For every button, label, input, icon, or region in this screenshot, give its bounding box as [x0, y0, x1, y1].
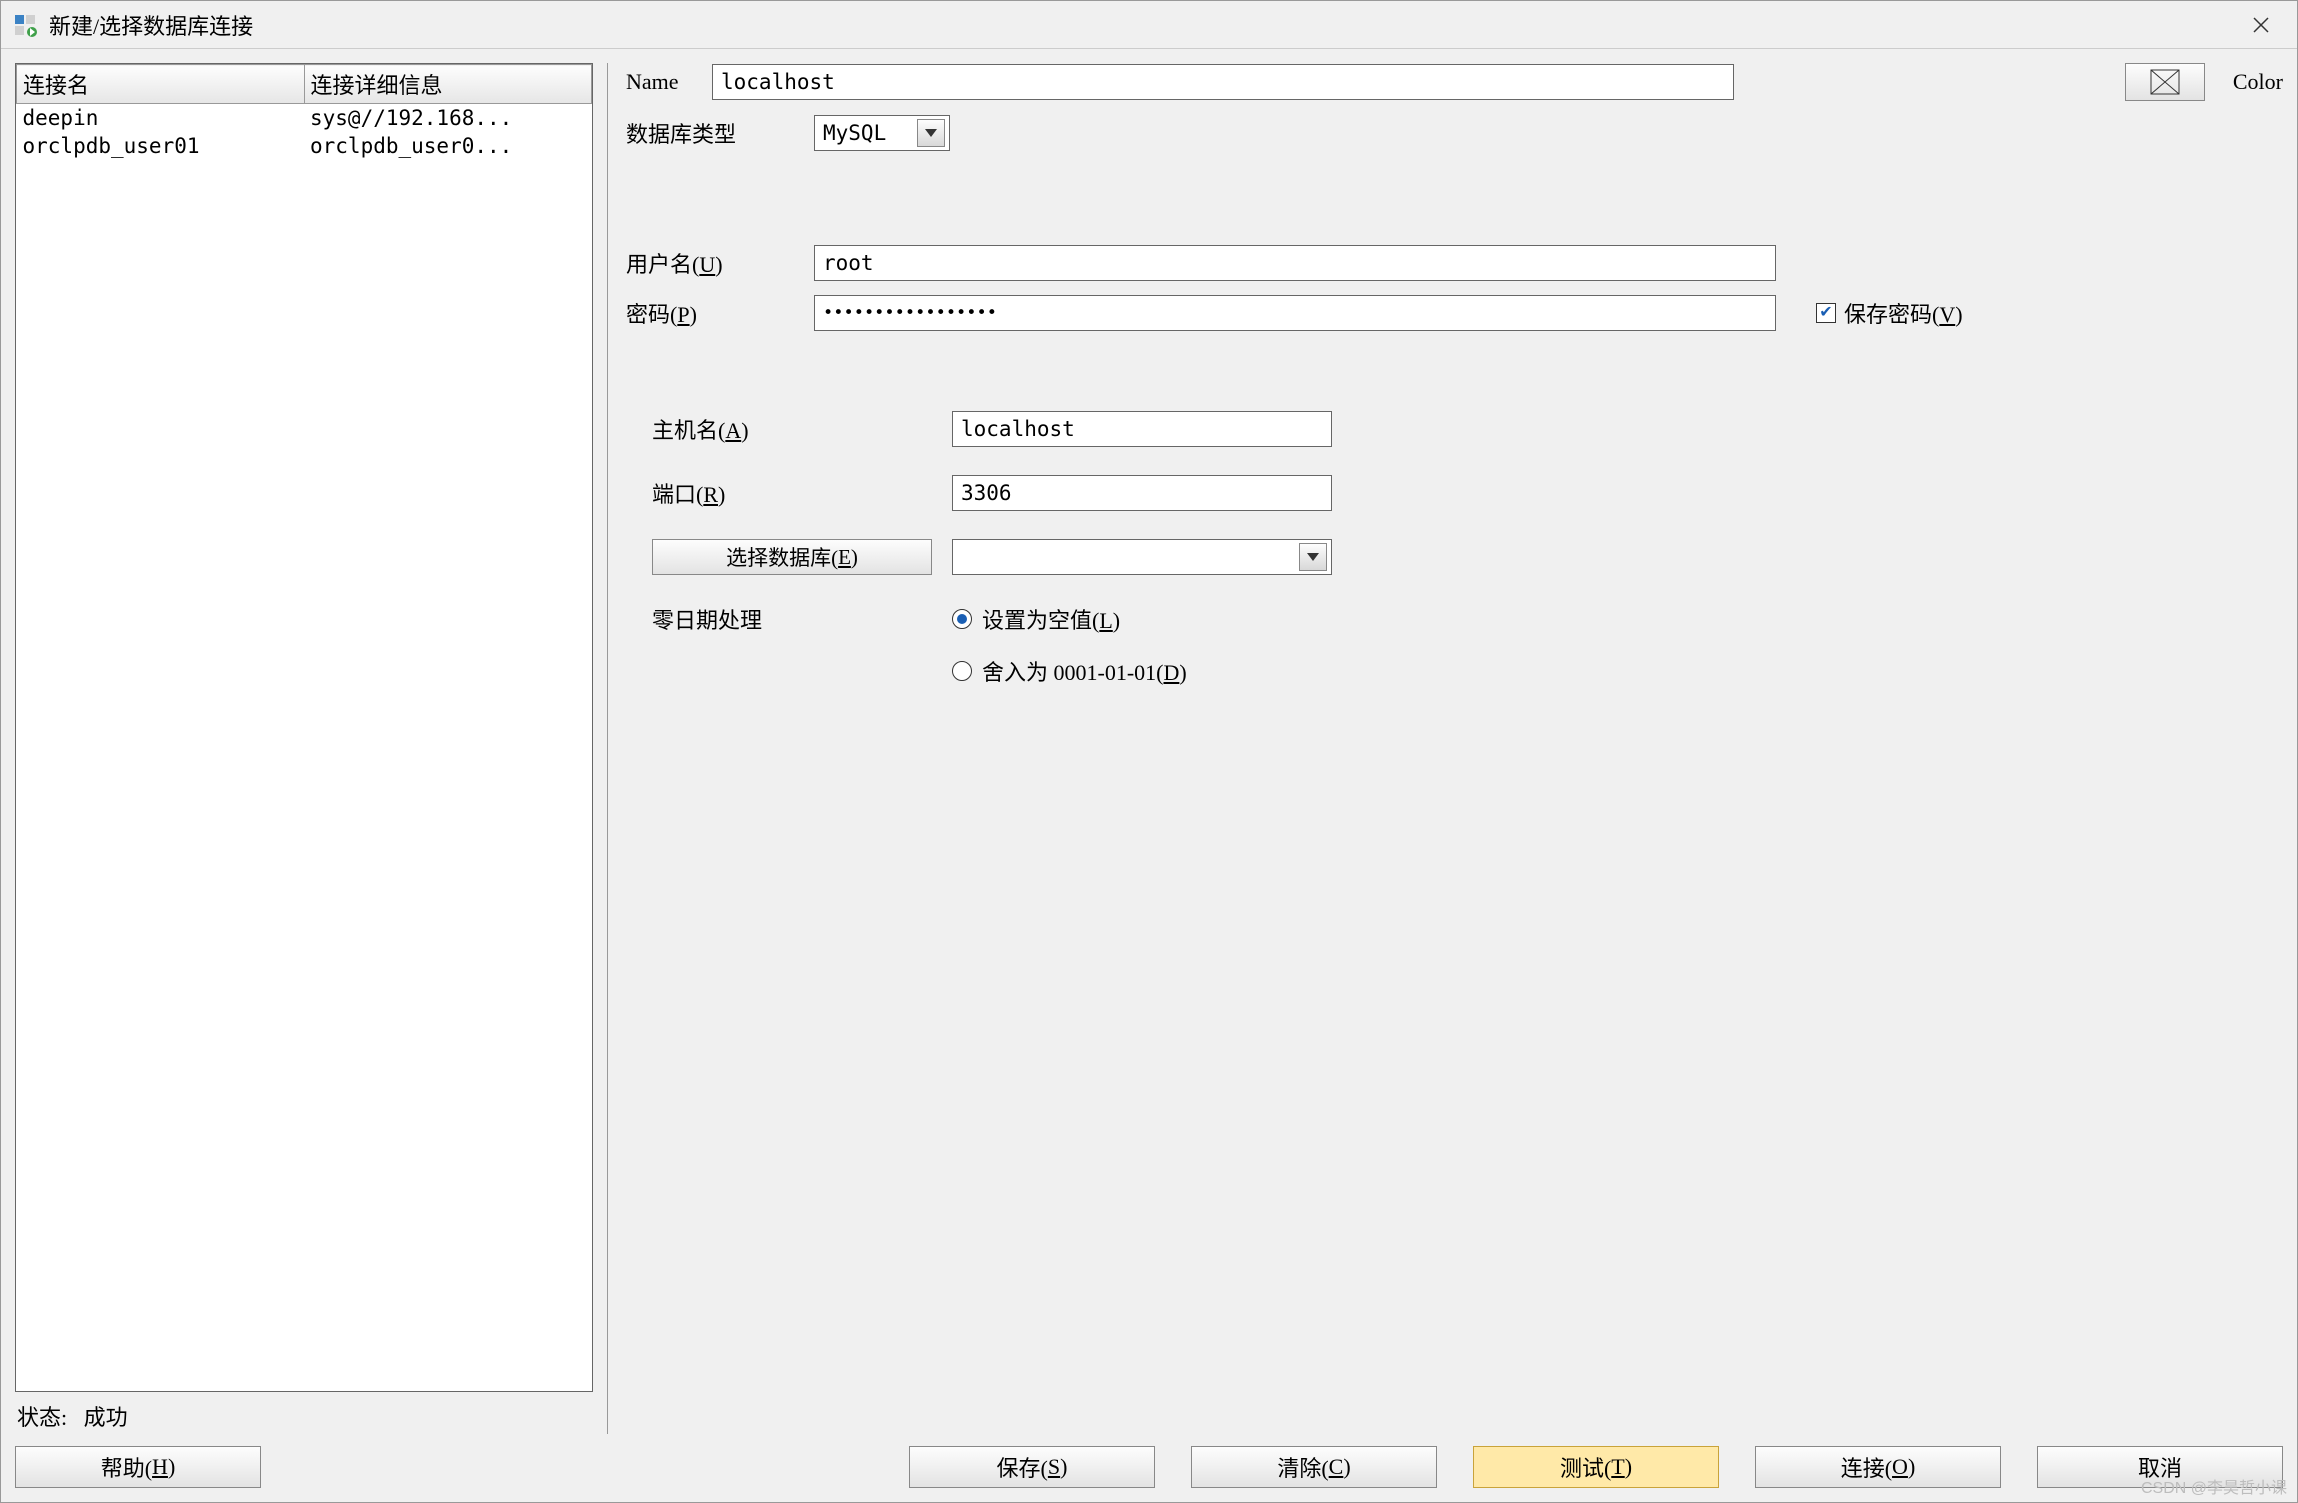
- connection-row[interactable]: deepin sys@//192.168...: [17, 104, 592, 133]
- name-input[interactable]: [712, 64, 1734, 100]
- password-input[interactable]: •••••••••••••••••: [814, 295, 1776, 331]
- connection-row[interactable]: orclpdb_user01 orclpdb_user0...: [17, 132, 592, 160]
- host-section: 主机名(A) 端口(R) 选择数据库(E): [652, 411, 2283, 687]
- col-header-name[interactable]: 连接名: [17, 65, 305, 104]
- dbtype-select[interactable]: MySQL: [814, 115, 950, 151]
- save-password-checkbox[interactable]: 保存密码(V): [1816, 297, 1963, 329]
- app-icon: [13, 13, 37, 37]
- dialog-window: 新建/选择数据库连接 连接名 连接详细信息 deepin: [0, 0, 2298, 1503]
- password-label: 密码(P): [626, 297, 814, 329]
- conn-name: orclpdb_user01: [17, 132, 305, 160]
- radio-icon: [952, 661, 972, 681]
- status-value: 成功: [84, 1405, 128, 1430]
- status-label: 状态:: [17, 1405, 67, 1430]
- radio-icon: [952, 609, 972, 629]
- button-bar: 帮助(H) 保存(S) 清除(C) 测试(T) 连接(O) 取消: [1, 1434, 2297, 1502]
- radio-round-label: 舍入为 0001-01-01(D): [982, 655, 1187, 687]
- test-button[interactable]: 测试(T): [1473, 1446, 1719, 1488]
- status-row: 状态: 成功: [15, 1392, 593, 1434]
- save-button[interactable]: 保存(S): [909, 1446, 1155, 1488]
- watermark: CSDN @李昊哲小课: [2141, 1474, 2287, 1498]
- clear-button[interactable]: 清除(C): [1191, 1446, 1437, 1488]
- zerodate-null-radio[interactable]: 设置为空值(L): [952, 603, 1187, 635]
- connect-button[interactable]: 连接(O): [1755, 1446, 2001, 1488]
- window-title: 新建/选择数据库连接: [49, 9, 253, 41]
- chevron-down-icon: [917, 119, 945, 147]
- conn-name: deepin: [17, 104, 305, 133]
- database-select[interactable]: [952, 539, 1332, 575]
- host-input[interactable]: [952, 411, 1332, 447]
- dialog-body: 连接名 连接详细信息 deepin sys@//192.168... orclp…: [1, 49, 2297, 1434]
- color-button[interactable]: [2125, 63, 2205, 101]
- dbtype-value: MySQL: [823, 121, 911, 145]
- save-password-label: 保存密码(V): [1844, 297, 1963, 329]
- dbtype-label: 数据库类型: [626, 117, 814, 149]
- zerodate-round-radio[interactable]: 舍入为 0001-01-01(D): [952, 655, 1187, 687]
- color-label: Color: [2233, 69, 2283, 95]
- chevron-down-icon: [1299, 543, 1327, 571]
- checkbox-icon: [1816, 303, 1836, 323]
- titlebar: 新建/选择数据库连接: [1, 1, 2297, 49]
- connection-list-panel: 连接名 连接详细信息 deepin sys@//192.168... orclp…: [15, 63, 593, 1434]
- zerodate-label: 零日期处理: [652, 603, 952, 635]
- select-database-button[interactable]: 选择数据库(E): [652, 539, 932, 575]
- close-button[interactable]: [2237, 5, 2285, 45]
- username-label: 用户名(U): [626, 247, 814, 279]
- conn-details: sys@//192.168...: [304, 104, 592, 133]
- connection-table: 连接名 连接详细信息 deepin sys@//192.168... orclp…: [15, 63, 593, 1392]
- col-header-details[interactable]: 连接详细信息: [304, 65, 592, 104]
- port-label: 端口(R): [652, 477, 952, 509]
- help-button[interactable]: 帮助(H): [15, 1446, 261, 1488]
- name-label: Name: [626, 69, 712, 95]
- username-input[interactable]: [814, 245, 1776, 281]
- host-label: 主机名(A): [652, 413, 952, 445]
- conn-details: orclpdb_user0...: [304, 132, 592, 160]
- radio-null-label: 设置为空值(L): [982, 603, 1120, 635]
- port-input[interactable]: [952, 475, 1332, 511]
- connection-form: Name Color 数据库类型 MySQL: [607, 63, 2283, 1434]
